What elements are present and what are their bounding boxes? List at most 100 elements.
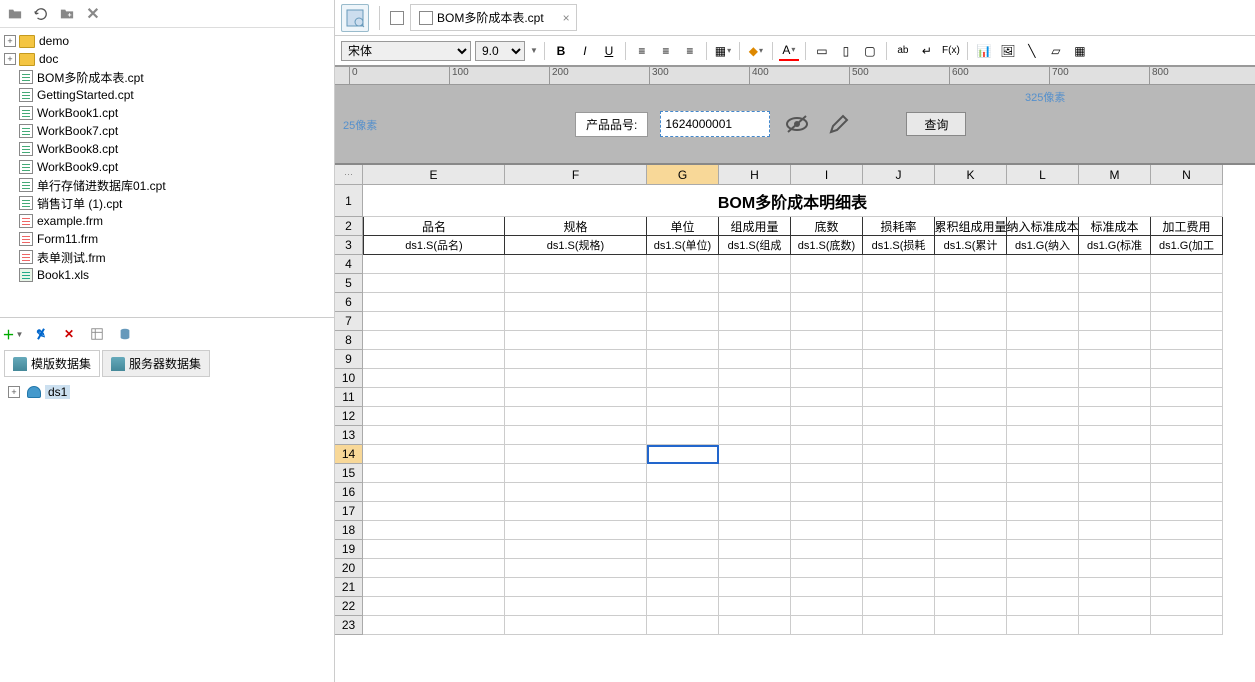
grid-cell[interactable] [1007, 293, 1079, 312]
grid-cell[interactable] [647, 578, 719, 597]
column-header[interactable]: H [719, 165, 791, 185]
grid-cell[interactable] [935, 578, 1007, 597]
grid-cell[interactable] [647, 331, 719, 350]
grid-cell[interactable] [863, 578, 935, 597]
grid-cell[interactable] [647, 483, 719, 502]
grid-cell[interactable] [505, 578, 647, 597]
grid-cell[interactable] [1079, 407, 1151, 426]
grid-cell[interactable] [1007, 407, 1079, 426]
grid-cell[interactable] [719, 616, 791, 635]
eye-off-icon[interactable] [782, 112, 812, 136]
grid-cell[interactable] [863, 597, 935, 616]
column-header[interactable]: G [647, 165, 719, 185]
bold-button[interactable]: B [551, 41, 571, 61]
grid-cell[interactable] [1151, 483, 1223, 502]
grid-cell[interactable] [505, 312, 647, 331]
data-binding-cell[interactable]: ds1.S(单位) [647, 236, 719, 255]
tree-folder-demo[interactable]: + demo [2, 32, 332, 50]
grid-cell[interactable] [505, 255, 647, 274]
data-binding-cell[interactable]: ds1.G(纳入 [1007, 236, 1079, 255]
grid-cell[interactable] [1079, 445, 1151, 464]
row-header[interactable]: 20 [335, 559, 363, 578]
grid-cell[interactable] [363, 255, 505, 274]
grid-cell[interactable] [505, 331, 647, 350]
grid-cell[interactable] [647, 521, 719, 540]
grid-cell[interactable] [1151, 616, 1223, 635]
row-header[interactable]: 19 [335, 540, 363, 559]
grid-cell[interactable] [647, 426, 719, 445]
open-folder-icon[interactable] [6, 5, 24, 23]
grid-cell[interactable] [863, 255, 935, 274]
data-binding-cell[interactable]: ds1.S(组成 [719, 236, 791, 255]
edit-dataset-button[interactable]: ✎ [32, 325, 50, 343]
select-all-corner[interactable]: ⋯ [335, 165, 363, 185]
grid-cell[interactable] [1007, 445, 1079, 464]
grid-cell[interactable] [363, 331, 505, 350]
tree-file[interactable]: 单行存储进数据库01.cpt [2, 176, 332, 194]
grid-cell[interactable] [935, 597, 1007, 616]
grid-cell[interactable] [505, 369, 647, 388]
report-icon[interactable] [390, 11, 404, 25]
grid-cell[interactable] [791, 597, 863, 616]
grid-cell[interactable] [791, 540, 863, 559]
close-tab-icon[interactable]: × [563, 11, 570, 25]
grid-cell[interactable] [647, 388, 719, 407]
add-dataset-button[interactable]: ＋▼ [4, 325, 22, 343]
grid-cell[interactable] [935, 483, 1007, 502]
grid-cell[interactable] [791, 464, 863, 483]
grid-cell[interactable] [863, 407, 935, 426]
grid-cell[interactable] [1007, 597, 1079, 616]
grid-cell[interactable] [1007, 274, 1079, 293]
grid-cell[interactable] [1079, 616, 1151, 635]
document-tab[interactable]: BOM多阶成本表.cpt × [410, 4, 577, 31]
grid-cell[interactable] [505, 616, 647, 635]
grid-cell[interactable] [791, 502, 863, 521]
fill-color-button[interactable]: ◆▾ [746, 41, 766, 61]
grid-cell[interactable] [935, 293, 1007, 312]
grid-cell[interactable] [1079, 388, 1151, 407]
grid-cell[interactable] [1007, 426, 1079, 445]
home-icon[interactable] [341, 4, 369, 32]
grid-cell[interactable] [1151, 388, 1223, 407]
row-header[interactable]: 12 [335, 407, 363, 426]
unmerge-button[interactable]: ▯ [836, 41, 856, 61]
grid-cell[interactable] [791, 293, 863, 312]
grid-cell[interactable] [363, 407, 505, 426]
edit-icon[interactable] [824, 112, 854, 136]
grid-cell[interactable] [505, 540, 647, 559]
grid-cell[interactable] [363, 369, 505, 388]
data-binding-cell[interactable]: ds1.S(规格) [505, 236, 647, 255]
grid-cell[interactable] [863, 559, 935, 578]
grid-cell[interactable] [719, 597, 791, 616]
grid-cell[interactable] [647, 559, 719, 578]
row-header[interactable]: 18 [335, 521, 363, 540]
grid-cell[interactable] [647, 312, 719, 331]
header-cell[interactable]: 纳入标准成本 [1007, 217, 1079, 236]
grid-cell[interactable] [935, 445, 1007, 464]
grid-cell[interactable] [791, 559, 863, 578]
column-header[interactable]: E [363, 165, 505, 185]
grid-cell[interactable] [647, 407, 719, 426]
grid-cell[interactable] [935, 331, 1007, 350]
expand-icon[interactable]: + [4, 35, 16, 47]
grid-cell[interactable] [505, 293, 647, 312]
grid-cell[interactable] [505, 407, 647, 426]
grid-cell[interactable] [1007, 331, 1079, 350]
header-cell[interactable]: 损耗率 [863, 217, 935, 236]
header-cell[interactable]: 规格 [505, 217, 647, 236]
grid-cell[interactable] [1151, 445, 1223, 464]
grid-cell[interactable] [363, 426, 505, 445]
grid-cell[interactable] [1007, 369, 1079, 388]
data-binding-cell[interactable]: ds1.G(标准 [1079, 236, 1151, 255]
tree-file[interactable]: 表单测试.frm [2, 248, 332, 266]
grid-cell[interactable] [935, 274, 1007, 293]
tree-file[interactable]: WorkBook9.cpt [2, 158, 332, 176]
tab-template-dataset[interactable]: 模版数据集 [4, 350, 100, 377]
row-header[interactable]: 6 [335, 293, 363, 312]
grid-cell[interactable] [1079, 426, 1151, 445]
grid-cell[interactable] [1151, 312, 1223, 331]
grid-cell[interactable] [1151, 502, 1223, 521]
grid-cell[interactable] [647, 616, 719, 635]
row-header[interactable]: 13 [335, 426, 363, 445]
header-cell[interactable]: 单位 [647, 217, 719, 236]
